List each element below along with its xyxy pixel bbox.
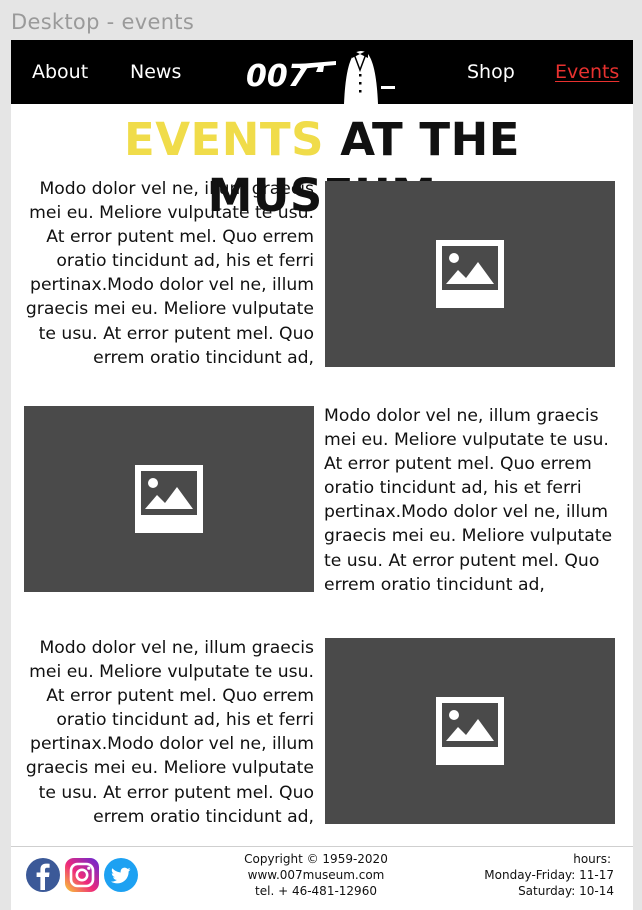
image-placeholder-icon [436, 240, 504, 308]
hours-saturday: Saturday: 10-14 [518, 884, 614, 898]
footer-hours: hours: Monday-Friday: 11-17 Saturday: 10… [443, 851, 614, 899]
website-link[interactable]: www.007museum.com [206, 867, 426, 883]
facebook-link[interactable] [25, 857, 61, 893]
event-description-2: Modo dolor vel ne, illum graecis mei eu.… [324, 406, 613, 595]
footer-divider [11, 846, 633, 847]
page: About News 007 Shop Events EVENTS AT THE… [11, 40, 633, 910]
event-description-1: Modo dolor vel ne, illum graecis mei eu.… [25, 179, 314, 368]
image-placeholder-icon [436, 697, 504, 765]
event-image-2 [24, 406, 314, 592]
hours-label: hours: [573, 852, 611, 866]
instagram-link[interactable] [64, 857, 100, 893]
footer-contact: Copyright © 1959-2020 www.007museum.com … [206, 851, 426, 899]
event-image-3 [325, 638, 615, 824]
tuxedo-logo-icon: 007 [246, 50, 395, 104]
nav-link-events[interactable]: Events [555, 60, 619, 84]
logo-007[interactable]: 007 [244, 40, 399, 104]
nav-link-shop[interactable]: Shop [467, 60, 515, 84]
instagram-icon [65, 858, 99, 892]
image-placeholder-icon [135, 465, 203, 533]
phone-text: tel. + 46-481-12960 [255, 884, 377, 898]
twitter-link[interactable] [103, 857, 139, 893]
page-title-accent: EVENTS [123, 113, 325, 166]
twitter-icon [104, 858, 138, 892]
copyright-text: Copyright © 1959-2020 [244, 852, 388, 866]
hours-weekday: Monday-Friday: 11-17 [484, 868, 614, 882]
event-image-1 [325, 181, 615, 367]
nav-link-about[interactable]: About [32, 60, 88, 84]
facebook-icon [26, 858, 60, 892]
frame-title: Desktop - events [11, 10, 195, 34]
nav-link-news[interactable]: News [130, 60, 181, 84]
event-description-3: Modo dolor vel ne, illum graecis mei eu.… [25, 638, 314, 827]
main-nav: About News 007 Shop Events [11, 40, 633, 104]
